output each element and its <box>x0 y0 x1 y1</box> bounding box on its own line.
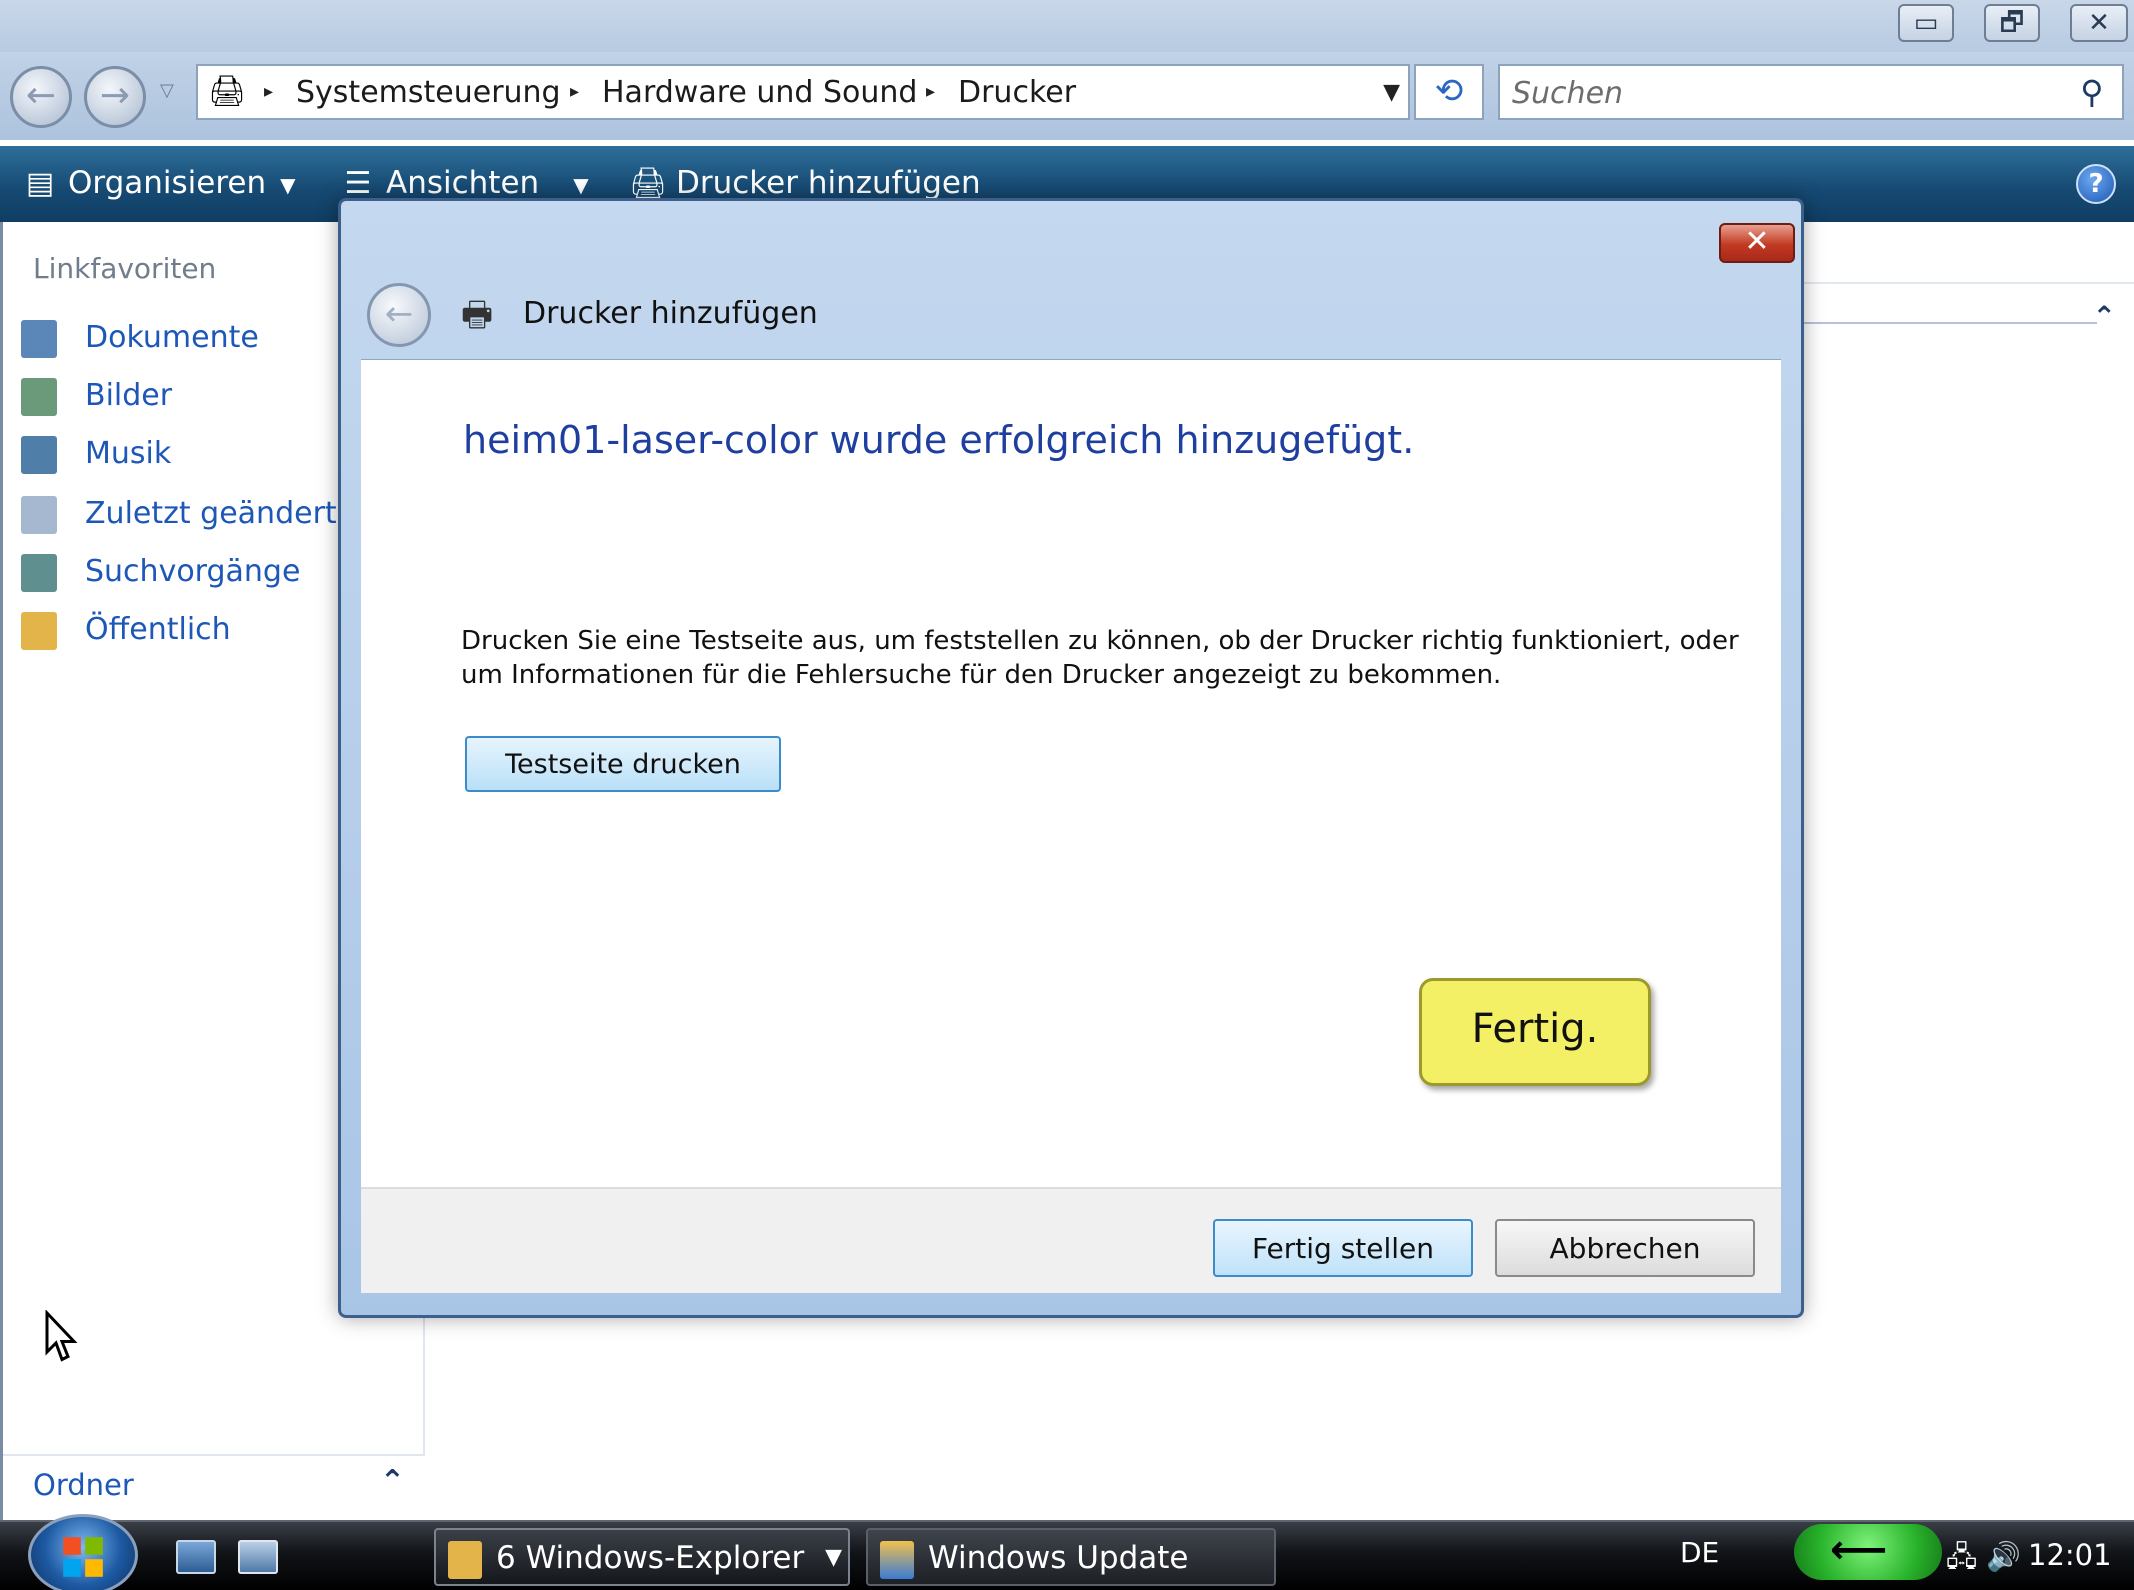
favorite-links-title: Linkfavoriten <box>33 252 217 285</box>
chevron-up-icon[interactable]: ⌃ <box>380 1464 405 1499</box>
cancel-button[interactable]: Abbrechen <box>1495 1219 1755 1277</box>
group-divider <box>1797 322 2097 324</box>
control-panel-icon: 🖨 <box>207 74 247 109</box>
breadcrumb-separator[interactable]: ▸ <box>264 80 278 104</box>
sidebar-item-oeffentlich[interactable]: Öffentlich <box>21 608 231 652</box>
minimize-button[interactable]: ▭ <box>1898 4 1954 42</box>
refresh-icon: ⟲ <box>1434 71 1464 111</box>
description-line-2: um Informationen für die Fehlersuche für… <box>461 660 1502 690</box>
sidebar-item-musik[interactable]: Musik <box>21 432 171 476</box>
column-header-divider <box>1797 282 2134 284</box>
sidebar-item-suchvorgaenge[interactable]: Suchvorgänge <box>21 550 300 594</box>
language-indicator[interactable]: DE <box>1680 1536 1719 1569</box>
taskbar-windows-update[interactable]: Windows Update <box>866 1528 1276 1586</box>
volume-icon[interactable]: 🔊 <box>1986 1540 2021 1573</box>
forward-arrow-icon: → <box>99 75 131 116</box>
close-window-button[interactable]: ✕ <box>2070 4 2128 42</box>
folders-label: Ordner <box>33 1468 134 1502</box>
recent-icon <box>21 495 57 534</box>
dialog-back-button[interactable]: ← <box>367 283 431 347</box>
breadcrumb-systemsteuerung[interactable]: Systemsteuerung <box>296 74 561 112</box>
windows-update-icon <box>880 1540 914 1579</box>
organize-icon: ▤ <box>25 166 55 201</box>
help-icon[interactable]: ? <box>2076 164 2116 204</box>
taskbar-windows-explorer[interactable]: 6 Windows-Explorer ▼ <box>434 1528 850 1586</box>
taskbar: 6 Windows-Explorer ▼ Windows Update DE ⟵… <box>0 1514 2134 1590</box>
sidebar-item-zuletzt-geaendert[interactable]: Zuletzt geändert <box>21 492 337 536</box>
minimize-icon: ▭ <box>1913 8 1939 38</box>
start-button[interactable] <box>28 1514 138 1590</box>
add-printer-dialog: ✕ ← 🖶 Drucker hinzufügen heim01-laser-co… <box>338 198 1804 1318</box>
refresh-button[interactable]: ⟲ <box>1414 64 1484 120</box>
search-input[interactable] <box>1512 74 2052 112</box>
sidebar-item-bilder[interactable]: Bilder <box>21 374 172 418</box>
music-icon <box>21 435 57 474</box>
breadcrumb-separator[interactable]: ▸ <box>926 80 940 104</box>
chevron-down-icon: ▼ <box>280 172 296 197</box>
back-arrow-icon: ← <box>25 75 57 116</box>
folders-bar[interactable]: Ordner ⌃ <box>3 1454 425 1520</box>
search-icon[interactable]: ⚲ <box>2072 72 2112 112</box>
address-bar[interactable]: 🖨 ▸ Systemsteuerung ▸ Hardware und Sound… <box>196 64 1410 120</box>
clock[interactable]: 12:01 <box>2028 1538 2112 1572</box>
arrow-left-icon: ⟵ <box>1830 1527 1888 1573</box>
tray-notification-bubble[interactable]: ⟵ <box>1794 1524 1942 1580</box>
organize-menu[interactable]: ▤ Organisieren ▼ <box>20 158 296 208</box>
back-button[interactable]: ← <box>10 66 72 128</box>
switch-windows-icon[interactable] <box>238 1540 278 1574</box>
sidebar-item-dokumente[interactable]: Dokumente <box>21 316 259 360</box>
close-icon: ✕ <box>2088 8 2110 38</box>
search-box[interactable]: ⚲ <box>1498 64 2124 120</box>
forward-button[interactable]: → <box>84 66 146 128</box>
success-heading: heim01-laser-color wurde erfolgreich hin… <box>463 418 1415 462</box>
restore-icon: 🗗 <box>1999 8 2025 38</box>
breadcrumb-separator[interactable]: ▸ <box>570 80 584 104</box>
recent-pages-dropdown[interactable]: ▽ <box>160 80 180 101</box>
mouse-pointer-icon <box>45 1310 78 1362</box>
maximize-button[interactable]: 🗗 <box>1984 4 2040 42</box>
callout-bubble: Fertig. <box>1419 978 1651 1086</box>
description-line-1: Drucken Sie eine Testseite aus, um fests… <box>461 626 1739 656</box>
folder-icon <box>448 1540 482 1579</box>
breadcrumb-hardware-und-sound[interactable]: Hardware und Sound <box>602 74 917 112</box>
breadcrumb-drucker[interactable]: Drucker <box>958 74 1076 112</box>
documents-icon <box>21 319 57 358</box>
dialog-content: heim01-laser-color wurde erfolgreich hin… <box>361 359 1781 1187</box>
back-arrow-icon: ← <box>384 294 414 334</box>
close-icon: ✕ <box>1744 224 1770 259</box>
chevron-down-icon: ▼ <box>825 1545 842 1570</box>
searches-icon <box>21 553 57 592</box>
printer-icon: 🖶 <box>460 295 494 335</box>
pictures-icon <box>21 377 57 416</box>
dialog-close-button[interactable]: ✕ <box>1719 223 1795 263</box>
windows-logo-icon <box>63 1537 103 1577</box>
print-test-page-button[interactable]: Testseite drucken <box>465 736 781 792</box>
dialog-title: Drucker hinzufügen <box>523 296 818 331</box>
show-desktop-icon[interactable] <box>176 1540 216 1574</box>
address-dropdown-icon[interactable]: ▼ <box>1383 74 1400 112</box>
network-icon[interactable]: 🖧 <box>1946 1540 1977 1573</box>
finish-button[interactable]: Fertig stellen <box>1213 1219 1473 1277</box>
tray-icons[interactable]: 🖧 🔊 <box>1946 1536 2021 1584</box>
public-folder-icon <box>21 611 57 650</box>
collapse-group-icon[interactable]: ⌃ <box>2093 300 2116 333</box>
title-bar: ▭ 🗗 ✕ <box>0 0 2134 52</box>
dialog-footer: Fertig stellen Abbrechen <box>361 1187 1781 1293</box>
